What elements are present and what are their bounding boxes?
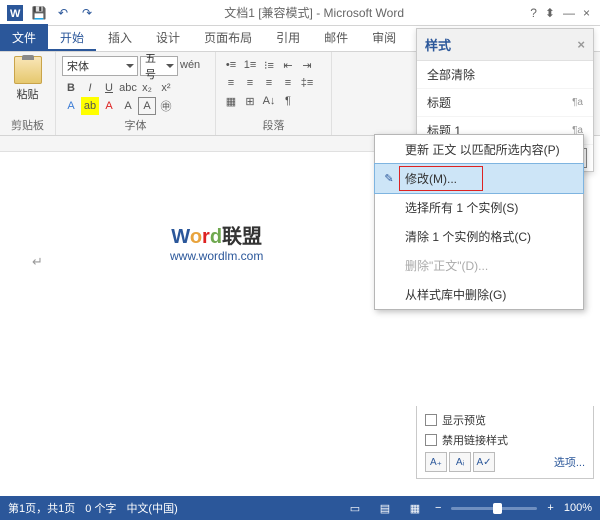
tab-layout[interactable]: 页面布局 (192, 24, 264, 51)
redo-icon[interactable]: ↷ (76, 3, 98, 23)
svg-text:W: W (10, 8, 21, 20)
styles-close-icon[interactable]: × (577, 37, 585, 52)
view-web-icon[interactable]: ▦ (405, 500, 425, 516)
char-shading-button[interactable]: A (119, 97, 137, 115)
numbering-button[interactable]: 1≡ (241, 56, 259, 74)
strike-button[interactable]: abc (119, 79, 137, 97)
paste-label[interactable]: 粘贴 (17, 86, 39, 102)
zoom-out-button[interactable]: − (435, 502, 441, 514)
modify-icon: ✎ (381, 171, 397, 187)
ctx-select-all[interactable]: 选择所有 1 个实例(S) (375, 193, 583, 222)
indent-inc-button[interactable]: ⇥ (298, 56, 316, 74)
status-page[interactable]: 第1页，共1页 (8, 500, 75, 516)
view-read-icon[interactable]: ▤ (375, 500, 395, 516)
chk-disable-linked[interactable]: 禁用链接样式 (425, 432, 585, 448)
styles-pane-footer: 显示预览 禁用链接样式 A₊ Aᵢ A✓ 选项... (416, 406, 594, 479)
window-title: 文档1 [兼容模式] - Microsoft Word (98, 4, 530, 21)
linespacing-button[interactable]: ‡≡ (298, 74, 316, 92)
help-icon[interactable]: ? (530, 6, 537, 20)
enclose-button[interactable]: ㊥ (157, 97, 175, 115)
style-context-menu: 更新 正文 以匹配所选内容(P) ✎ 修改(M)... 选择所有 1 个实例(S… (374, 134, 584, 310)
align-left-button[interactable]: ≡ (222, 74, 240, 92)
clipboard-label: 剪贴板 (6, 116, 49, 133)
save-icon[interactable]: 💾 (28, 3, 50, 23)
style-clear-all[interactable]: 全部清除 (417, 61, 593, 89)
bullets-button[interactable]: •≡ (222, 56, 240, 74)
group-clipboard: 粘贴 剪贴板 (0, 52, 56, 135)
font-label: 字体 (62, 116, 209, 133)
fontcolor-button[interactable]: A (100, 97, 118, 115)
ctx-clear-format[interactable]: 清除 1 个实例的格式(C) (375, 222, 583, 251)
styles-title: 样式 (425, 35, 451, 54)
justify-button[interactable]: ≡ (279, 74, 297, 92)
font-name-combo[interactable]: 宋体 (62, 56, 138, 76)
styles-options-link[interactable]: 选项... (554, 454, 585, 470)
document-area: ↵ (0, 136, 416, 494)
tab-references[interactable]: 引用 (264, 24, 312, 51)
minimize-icon[interactable]: — (563, 6, 575, 20)
watermark: Word联盟 www.wordlm.com (170, 220, 263, 263)
status-bar: 第1页，共1页 0 个字 中文(中国) ▭ ▤ ▦ − + 100% (0, 496, 600, 520)
zoom-in-button[interactable]: + (547, 502, 553, 514)
align-center-button[interactable]: ≡ (241, 74, 259, 92)
manage-styles-button[interactable]: A✓ (473, 452, 495, 472)
tab-home[interactable]: 开始 (48, 24, 96, 51)
shading-button[interactable]: ▦ (222, 92, 240, 110)
paste-icon[interactable] (14, 56, 42, 84)
zoom-level[interactable]: 100% (564, 502, 592, 514)
view-print-icon[interactable]: ▭ (345, 500, 365, 516)
close-icon[interactable]: × (583, 6, 590, 20)
underline-button[interactable]: U (100, 79, 118, 97)
ruler[interactable] (0, 136, 416, 152)
zoom-slider[interactable] (451, 507, 537, 510)
showmarks-button[interactable]: ¶ (279, 92, 297, 110)
align-right-button[interactable]: ≡ (260, 74, 278, 92)
tab-design[interactable]: 设计 (144, 24, 192, 51)
page[interactable]: ↵ (16, 160, 396, 500)
group-font: 宋体 五号 wén B I U abc x₂ x² A ab A A A ㊥ 字… (56, 52, 216, 135)
italic-button[interactable]: I (81, 79, 99, 97)
group-paragraph: •≡ 1≡ ⁝≡ ⇤ ⇥ ≡ ≡ ≡ ≡ ‡≡ ▦ ⊞ A↓ ¶ 段落 (216, 52, 332, 135)
sort-button[interactable]: A↓ (260, 92, 278, 110)
texteffect-button[interactable]: A (62, 97, 80, 115)
font-size-combo[interactable]: 五号 (140, 56, 178, 76)
status-language[interactable]: 中文(中国) (126, 500, 177, 516)
tab-file[interactable]: 文件 (0, 24, 48, 51)
tab-review[interactable]: 审阅 (360, 24, 408, 51)
char-border-button[interactable]: A (138, 97, 156, 115)
tab-insert[interactable]: 插入 (96, 24, 144, 51)
phonetic-icon[interactable]: wén (180, 56, 200, 74)
ctx-delete: 删除"正文"(D)... (375, 251, 583, 280)
tab-mailings[interactable]: 邮件 (312, 24, 360, 51)
indent-dec-button[interactable]: ⇤ (279, 56, 297, 74)
chk-show-preview[interactable]: 显示预览 (425, 412, 585, 428)
new-style-button[interactable]: A₊ (425, 452, 447, 472)
borders-button[interactable]: ⊞ (241, 92, 259, 110)
highlight-button[interactable]: ab (81, 97, 99, 115)
multilist-button[interactable]: ⁝≡ (260, 56, 278, 74)
bold-button[interactable]: B (62, 79, 80, 97)
ribbon-opts-icon[interactable]: ⬍ (545, 6, 555, 20)
undo-icon[interactable]: ↶ (52, 3, 74, 23)
highlight-box (399, 166, 483, 191)
word-icon[interactable]: W (4, 3, 26, 23)
para-label: 段落 (222, 116, 325, 133)
ctx-update-match[interactable]: 更新 正文 以匹配所选内容(P) (375, 135, 583, 164)
ctx-remove-from-gallery[interactable]: 从样式库中删除(G) (375, 280, 583, 309)
style-heading[interactable]: 标题¶a (417, 89, 593, 117)
style-inspector-button[interactable]: Aᵢ (449, 452, 471, 472)
paragraph-mark: ↵ (32, 254, 43, 270)
ctx-modify[interactable]: ✎ 修改(M)... (374, 163, 584, 194)
status-wordcount[interactable]: 0 个字 (85, 500, 116, 516)
